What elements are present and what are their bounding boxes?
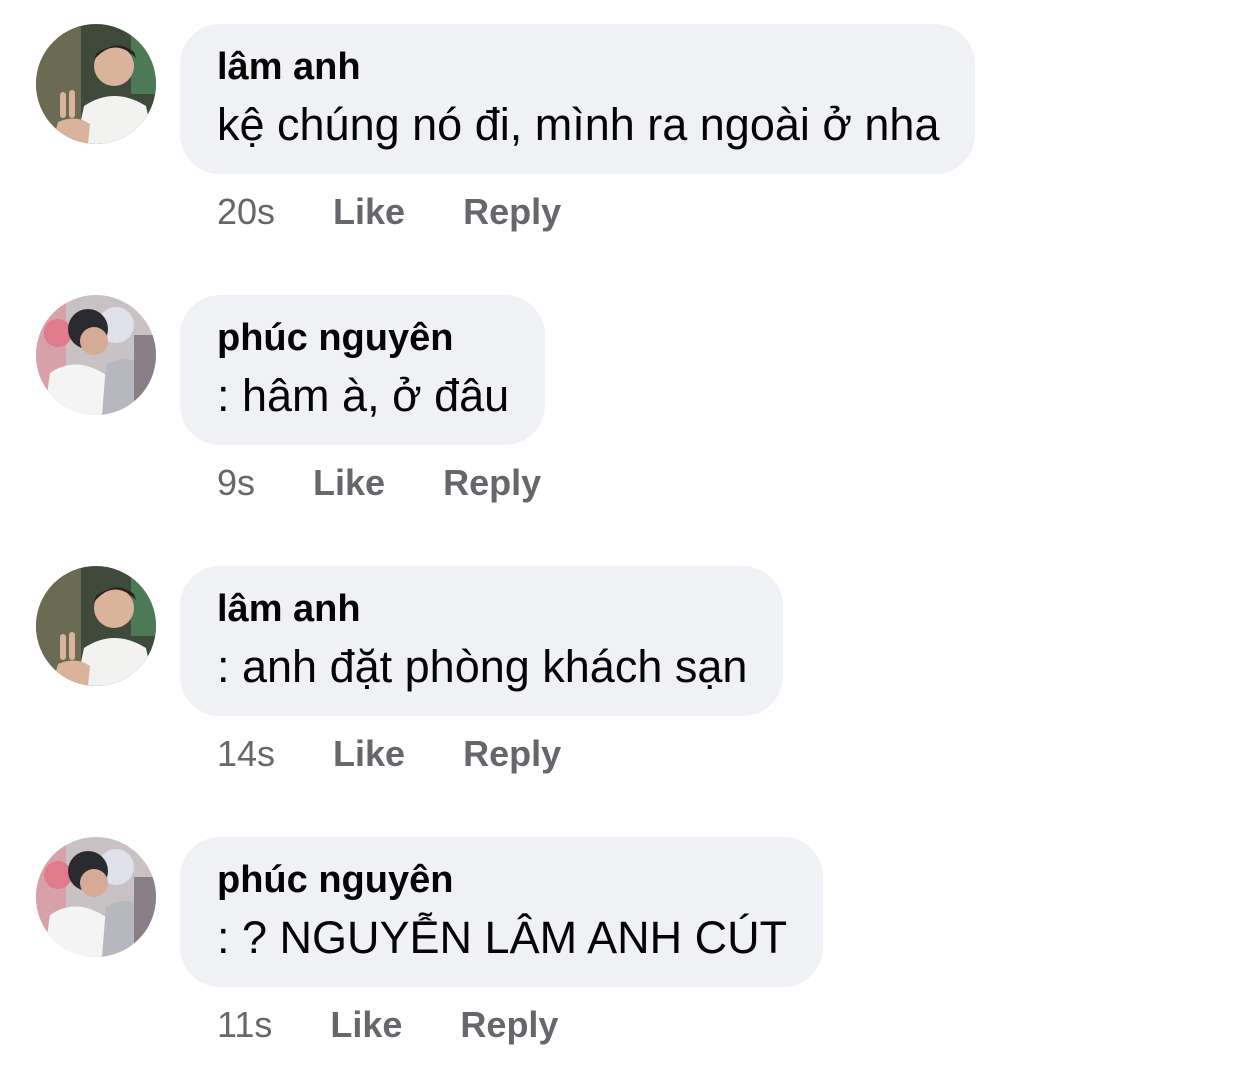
comment: lâm anh : anh đặt phòng khách sạn 14s Li… bbox=[0, 566, 1242, 816]
comment-text: : anh đặt phòng khách sạn bbox=[217, 641, 748, 692]
avatar-photo-icon bbox=[36, 24, 156, 144]
comment-thread: lâm anh kệ chúng nó đi, mình ra ngoài ở … bbox=[0, 0, 1242, 1071]
comment-meta: 20s Like Reply bbox=[217, 190, 561, 234]
comment-text: : hâm à, ở đâu bbox=[217, 370, 510, 421]
comment-time[interactable]: 9s bbox=[217, 461, 255, 505]
reply-button[interactable]: Reply bbox=[460, 1003, 558, 1047]
avatar[interactable] bbox=[36, 24, 156, 144]
comment-author[interactable]: lâm anh bbox=[217, 586, 747, 632]
comment-time[interactable]: 20s bbox=[217, 190, 275, 234]
avatar[interactable] bbox=[36, 837, 156, 957]
comment-meta: 14s Like Reply bbox=[217, 732, 561, 776]
comment: lâm anh kệ chúng nó đi, mình ra ngoài ở … bbox=[0, 24, 1242, 274]
comment-meta: 9s Like Reply bbox=[217, 461, 541, 505]
comment-author[interactable]: phúc nguyên bbox=[217, 857, 787, 903]
avatar[interactable] bbox=[36, 295, 156, 415]
like-button[interactable]: Like bbox=[313, 461, 385, 505]
comment-bubble[interactable]: lâm anh kệ chúng nó đi, mình ra ngoài ở … bbox=[180, 24, 976, 174]
like-button[interactable]: Like bbox=[333, 732, 405, 776]
comment-text: kệ chúng nó đi, mình ra ngoài ở nha bbox=[217, 99, 940, 150]
like-button[interactable]: Like bbox=[333, 190, 405, 234]
avatar-photo-icon bbox=[36, 837, 156, 957]
comment-bubble[interactable]: phúc nguyên : ? NGUYỄN LÂM ANH CÚT bbox=[180, 837, 824, 987]
comment: phúc nguyên : hâm à, ở đâu 9s Like Reply bbox=[0, 295, 1242, 545]
reply-button[interactable]: Reply bbox=[443, 461, 541, 505]
comment-time[interactable]: 11s bbox=[217, 1003, 272, 1047]
comment-text: : ? NGUYỄN LÂM ANH CÚT bbox=[217, 912, 788, 963]
avatar[interactable] bbox=[36, 566, 156, 686]
comment-bubble[interactable]: phúc nguyên : hâm à, ở đâu bbox=[180, 295, 546, 445]
like-button[interactable]: Like bbox=[330, 1003, 402, 1047]
comment-author[interactable]: phúc nguyên bbox=[217, 315, 509, 361]
comment-bubble[interactable]: lâm anh : anh đặt phòng khách sạn bbox=[180, 566, 784, 716]
reply-button[interactable]: Reply bbox=[463, 732, 561, 776]
comment: phúc nguyên : ? NGUYỄN LÂM ANH CÚT 11s L… bbox=[0, 837, 1242, 1071]
avatar-photo-icon bbox=[36, 566, 156, 686]
comment-author[interactable]: lâm anh bbox=[217, 44, 939, 90]
reply-button[interactable]: Reply bbox=[463, 190, 561, 234]
avatar-photo-icon bbox=[36, 295, 156, 415]
comment-meta: 11s Like Reply bbox=[217, 1003, 558, 1047]
comment-time[interactable]: 14s bbox=[217, 732, 275, 776]
